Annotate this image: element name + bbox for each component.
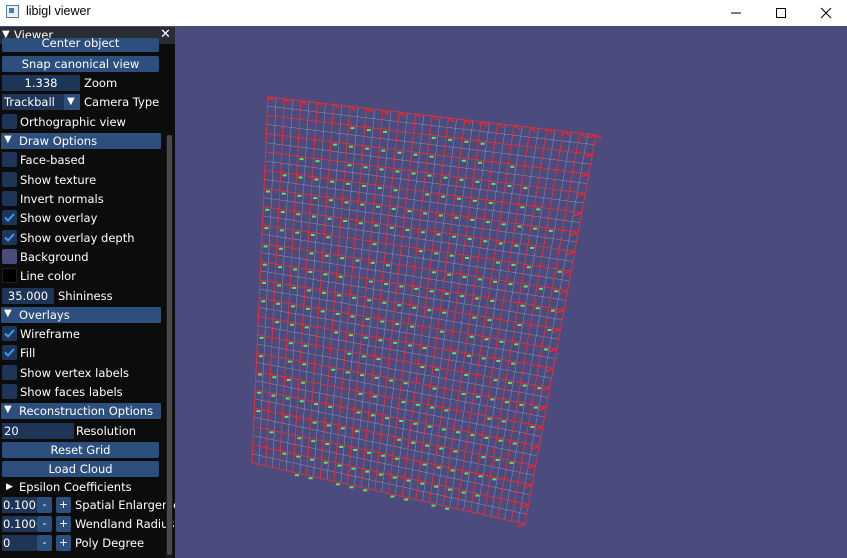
expand-triangle-icon: ▼ bbox=[4, 308, 12, 319]
poly-degree-input[interactable]: 0 bbox=[2, 535, 37, 551]
show-texture-label: Show texture bbox=[20, 173, 97, 187]
close-icon[interactable]: ✕ bbox=[160, 27, 171, 42]
checkmark-icon bbox=[4, 348, 15, 357]
invert-normals-label: Invert normals bbox=[20, 192, 104, 206]
show-faces-labels-checkbox[interactable] bbox=[2, 384, 17, 399]
show-overlay-depth-label: Show overlay depth bbox=[20, 231, 135, 245]
spatial-enlargement-input[interactable]: 0.100 bbox=[2, 497, 37, 513]
camera-type-label: Camera Type bbox=[84, 95, 160, 109]
face-based-label: Face-based bbox=[20, 153, 85, 167]
show-overlay-label: Show overlay bbox=[20, 211, 98, 225]
shininess-input[interactable]: 35.000 bbox=[2, 288, 54, 304]
close-icon bbox=[820, 7, 832, 19]
overlays-label: Overlays bbox=[19, 308, 70, 322]
checkmark-icon bbox=[4, 233, 15, 242]
line-color-swatch[interactable] bbox=[2, 268, 17, 283]
show-overlay-depth-checkbox[interactable] bbox=[2, 230, 17, 245]
minimize-icon bbox=[731, 12, 741, 14]
spatial-enlargement-label: Spatial Enlargeme bbox=[75, 498, 175, 512]
chevron-down-icon: ▼ bbox=[67, 96, 75, 107]
title-bar: libigl viewer bbox=[0, 0, 847, 26]
show-overlay-checkbox[interactable] bbox=[2, 210, 17, 225]
resolution-label: Resolution bbox=[76, 424, 137, 438]
window-title: libigl viewer bbox=[26, 4, 91, 18]
show-vertex-labels-label: Show vertex labels bbox=[20, 366, 129, 380]
resolution-input[interactable]: 20 bbox=[2, 423, 74, 439]
draw-options-header[interactable]: ▼ Draw Options bbox=[1, 133, 161, 149]
camera-type-select[interactable]: Trackball bbox=[2, 94, 66, 110]
reset-grid-button[interactable]: Reset Grid bbox=[2, 442, 159, 458]
face-based-checkbox[interactable] bbox=[2, 152, 17, 167]
camera-type-dropdown-button[interactable]: ▼ bbox=[64, 94, 80, 110]
wendland-radius-input[interactable]: 0.100( bbox=[2, 516, 37, 532]
snap-canonical-view-button[interactable]: Snap canonical view bbox=[2, 56, 159, 72]
minimize-button[interactable] bbox=[713, 0, 759, 26]
line-color-label: Line color bbox=[20, 269, 76, 283]
expand-triangle-icon: ▼ bbox=[4, 134, 12, 145]
reconstruction-options-label: Reconstruction Options bbox=[19, 404, 154, 418]
spatial-plus-button[interactable]: + bbox=[56, 497, 71, 513]
epsilon-coefficients-label[interactable]: Epsilon Coefficients bbox=[19, 479, 132, 495]
spatial-minus-button[interactable]: - bbox=[37, 497, 52, 513]
background-label: Background bbox=[20, 250, 89, 264]
wendland-plus-button[interactable]: + bbox=[56, 516, 71, 532]
expand-triangle-icon: ▼ bbox=[4, 404, 12, 415]
zoom-input[interactable]: 1.338 bbox=[2, 75, 80, 91]
close-window-button[interactable] bbox=[803, 0, 847, 26]
show-vertex-labels-checkbox[interactable] bbox=[2, 365, 17, 380]
show-texture-checkbox[interactable] bbox=[2, 172, 17, 187]
zoom-label: Zoom bbox=[84, 76, 118, 90]
show-faces-labels-label: Show faces labels bbox=[20, 385, 123, 399]
center-object-button[interactable]: Center object bbox=[2, 37, 159, 52]
poly-degree-label: Poly Degree bbox=[75, 536, 145, 550]
checkmark-icon bbox=[4, 329, 15, 338]
poly-plus-button[interactable]: + bbox=[56, 535, 71, 551]
panel-scrollbar-thumb[interactable] bbox=[167, 135, 172, 555]
wireframe-label: Wireframe bbox=[20, 327, 80, 341]
wendland-radius-label: Wendland Radius bbox=[75, 517, 175, 531]
draw-options-label: Draw Options bbox=[19, 134, 98, 148]
overlays-header[interactable]: ▼ Overlays bbox=[1, 307, 161, 323]
maximize-button[interactable] bbox=[758, 0, 804, 26]
reconstruction-options-header[interactable]: ▼ Reconstruction Options bbox=[1, 403, 161, 419]
checkmark-icon bbox=[4, 213, 15, 222]
fill-checkbox[interactable] bbox=[2, 345, 17, 360]
orthographic-checkbox[interactable] bbox=[2, 114, 17, 129]
background-color-swatch[interactable] bbox=[2, 249, 17, 264]
shininess-label: Shininess bbox=[58, 289, 113, 303]
wireframe-checkbox[interactable] bbox=[2, 326, 17, 341]
invert-normals-checkbox[interactable] bbox=[2, 191, 17, 206]
poly-minus-button[interactable]: - bbox=[37, 535, 52, 551]
viewer-panel: ▼ Viewer ✕ Center object Snap canonical … bbox=[0, 27, 175, 558]
app-icon bbox=[6, 5, 19, 18]
maximize-icon bbox=[776, 8, 786, 18]
wendland-minus-button[interactable]: - bbox=[37, 516, 52, 532]
collapsed-triangle-icon[interactable]: ▶ bbox=[6, 479, 13, 495]
orthographic-label: Orthographic view bbox=[20, 115, 126, 129]
load-cloud-button[interactable]: Load Cloud bbox=[2, 461, 159, 477]
fill-label: Fill bbox=[20, 346, 36, 360]
